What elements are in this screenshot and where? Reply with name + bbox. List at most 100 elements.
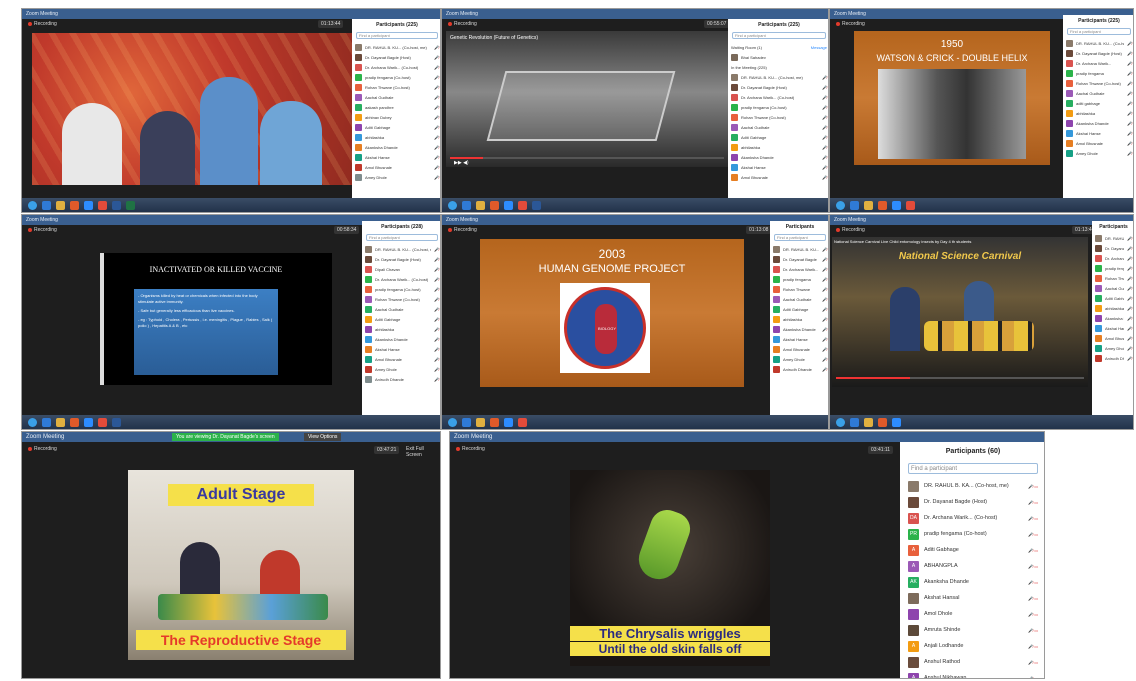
participant-row[interactable]: Amol Bhusnale 🎤̸ xyxy=(770,344,828,354)
participant-row[interactable]: Dr. Dayanat Bagde🎤̸ xyxy=(1092,243,1133,253)
participant-row[interactable]: Dr. Archana Warik... (Co-host) 🎤̸ xyxy=(352,62,440,72)
video-progress-bar[interactable] xyxy=(450,157,724,159)
participant-row[interactable]: pradip fengama 🎤̸ xyxy=(1063,68,1133,78)
message-button[interactable]: Message xyxy=(811,45,827,50)
participant-row[interactable]: Dr. Archana Warik...🎤̸ xyxy=(770,264,828,274)
folder-icon[interactable] xyxy=(56,417,65,427)
participant-search-input[interactable]: Find a participant xyxy=(732,32,826,39)
browser-icon[interactable] xyxy=(462,200,471,210)
folder-icon[interactable] xyxy=(864,200,873,210)
participant-row[interactable]: abhilashka 🎤̸ xyxy=(352,132,440,142)
play-pause-icon[interactable]: ▶▶ ◀) xyxy=(454,160,469,166)
chrome-icon[interactable] xyxy=(906,200,915,210)
participant-row[interactable]: abhilashka 🎤̸ xyxy=(728,142,828,152)
participant-row[interactable]: Akshat Hansal 🎤̸ ▭ xyxy=(900,590,1044,606)
participant-row[interactable]: Aachal Gudhale 🎤̸ xyxy=(770,294,828,304)
start-orb-icon[interactable] xyxy=(28,200,37,210)
browser-icon[interactable] xyxy=(850,417,859,427)
start-orb-icon[interactable] xyxy=(448,200,457,210)
exit-fullscreen-button[interactable]: Exit Full Screen xyxy=(406,446,440,458)
participant-row[interactable]: Anirudh Dhande 🎤̸ xyxy=(362,374,440,384)
participant-search-input[interactable]: Find a participant xyxy=(1067,28,1131,35)
participant-row[interactable]: Akshai Hanse🎤̸ xyxy=(1092,323,1133,333)
participant-row[interactable]: DA Dr. Archana Warik... (Co-host) 🎤̸ ▭ xyxy=(900,510,1044,526)
participant-row[interactable]: Rohan Thwane (Co-host) 🎤̸ xyxy=(1063,78,1133,88)
media-icon[interactable] xyxy=(878,200,887,210)
media-icon[interactable] xyxy=(490,200,499,210)
zoom-icon[interactable] xyxy=(84,200,93,210)
participant-row[interactable]: DR. RAHUL B. KU... (Co-host, me)🎤̸ xyxy=(352,42,440,52)
participant-row[interactable]: abhinav Dubey 🎤̸ xyxy=(352,112,440,122)
participant-row[interactable]: Amey Dhole🎤̸ xyxy=(1063,148,1133,158)
participant-row[interactable]: pradip fengama (Co-host) 🎤̸ xyxy=(728,102,828,112)
start-orb-icon[interactable] xyxy=(448,417,457,427)
participant-row[interactable]: Akanksha Dhande🎤̸ xyxy=(352,142,440,152)
participant-row[interactable]: Dr. Dayanat Bagde (Host) 🎤̸ xyxy=(1063,48,1133,58)
media-icon[interactable] xyxy=(490,417,499,427)
participant-row[interactable]: DR. RAHUL B. KU... (Co-host, me)🎤̸ xyxy=(362,244,440,254)
participant-row[interactable]: abhilashka 🎤̸ xyxy=(1092,303,1133,313)
participant-row[interactable]: Amey Dhole🎤̸ xyxy=(1092,343,1133,353)
participant-row[interactable]: abhilashka 🎤̸ xyxy=(362,324,440,334)
participant-row[interactable]: pradip fengama 🎤̸ xyxy=(770,274,828,284)
participant-row[interactable]: Rohan Thwane (Co-host) 🎤̸ xyxy=(362,294,440,304)
participant-row[interactable]: Akanksha Dhande🎤̸ xyxy=(770,324,828,334)
participant-row[interactable]: Rohan Thwane🎤̸ xyxy=(1092,273,1133,283)
participant-row[interactable]: Aditi Gabhage 🎤̸ xyxy=(770,304,828,314)
participant-row[interactable]: A ABHANGPLA 🎤̸ ▭ xyxy=(900,558,1044,574)
participant-row[interactable]: Amey Dhole🎤̸ xyxy=(770,354,828,364)
participant-row[interactable]: Dr. Archana Warik... (Co-host) 🎤̸ xyxy=(728,92,828,102)
participant-search-input[interactable]: Find a participant xyxy=(774,234,826,241)
participant-row[interactable]: PR pradip fengama (Co-host) 🎤̸ ▭ xyxy=(900,526,1044,542)
participant-row[interactable]: Dr. Dayanat Bagde🎤̸ xyxy=(770,254,828,264)
chrome-icon[interactable] xyxy=(98,417,107,427)
participant-row[interactable]: Aachal Gudhale 🎤̸ xyxy=(1063,88,1133,98)
start-orb-icon[interactable] xyxy=(836,417,845,427)
participant-row[interactable]: Anshul Rathod 🎤̸ ▭ xyxy=(900,654,1044,670)
folder-icon[interactable] xyxy=(864,417,873,427)
participant-row[interactable]: Dr. Dayanat Bagde (Host) 🎤̸ xyxy=(362,254,440,264)
participant-row[interactable]: Amruta Shinde 🎤̸ ▭ xyxy=(900,622,1044,638)
participant-row[interactable]: Akshai Hanse🎤̸ xyxy=(770,334,828,344)
participant-row[interactable]: Aditi Gabhage 🎤̸ xyxy=(352,122,440,132)
participant-row[interactable]: Akanksha Dhande🎤̸ xyxy=(362,334,440,344)
participant-row[interactable]: Rohan Thwane (Co-host) 🎤̸ xyxy=(352,82,440,92)
participant-row[interactable]: Akanksha Dhande🎤̸ xyxy=(728,152,828,162)
participant-row[interactable]: Amey Dhole🎤̸ xyxy=(352,172,440,182)
participant-row[interactable]: Amol Bhusnale 🎤̸ xyxy=(728,172,828,182)
participant-row[interactable]: Akshai Hanse🎤̸ xyxy=(728,162,828,172)
participant-row[interactable]: Akshai Hanse🎤̸ xyxy=(352,152,440,162)
participant-row[interactable]: abhilashka 🎤̸ xyxy=(770,314,828,324)
participant-row[interactable]: aakash pandhre 🎤̸ xyxy=(352,102,440,112)
participant-row[interactable]: DR. RAHUL B. KU...🎤̸ xyxy=(770,244,828,254)
participant-row[interactable]: aditi gabhage 🎤̸ xyxy=(1063,98,1133,108)
participant-row[interactable]: Aditi Gabhage 🎤̸ xyxy=(362,314,440,324)
media-icon[interactable] xyxy=(70,200,79,210)
participant-row[interactable]: AK Akanksha Dhande 🎤̸ ▭ xyxy=(900,574,1044,590)
zoom-icon[interactable] xyxy=(504,200,513,210)
participant-row[interactable]: pradip fengama (Co-host) 🎤̸ xyxy=(362,284,440,294)
word-icon[interactable] xyxy=(112,417,121,427)
participant-row[interactable]: DR. RAHUL B. KA... (Co-host, me) 🎤̸ ▭ xyxy=(900,478,1044,494)
media-icon[interactable] xyxy=(70,417,79,427)
folder-icon[interactable] xyxy=(56,200,65,210)
participant-row[interactable]: DR. RAHUL B. KU...🎤̸ xyxy=(1092,233,1133,243)
participant-row[interactable]: Rohan Thwane (Co-host) 🎤̸ xyxy=(728,112,828,122)
participant-row[interactable]: Aachal Gudhale 🎤̸ xyxy=(728,122,828,132)
participant-row[interactable]: Amol Bhusnale 🎤̸ xyxy=(352,162,440,172)
participant-row[interactable]: Aachal Gudhale 🎤̸ xyxy=(352,92,440,102)
participant-search-input[interactable]: Find a participant xyxy=(366,234,438,241)
start-orb-icon[interactable] xyxy=(28,417,37,427)
start-orb-icon[interactable] xyxy=(836,200,845,210)
participant-row[interactable]: Akshai Hanse🎤̸ xyxy=(1063,128,1133,138)
participant-row[interactable]: Rohan Thwane🎤̸ xyxy=(770,284,828,294)
participant-row[interactable]: Akanksha Dhande🎤̸ xyxy=(1092,313,1133,323)
zoom-icon[interactable] xyxy=(504,417,513,427)
participant-search-input[interactable]: Find a participant xyxy=(908,463,1038,474)
participant-row[interactable]: Amol Bhusnale 🎤̸ xyxy=(1063,138,1133,148)
browser-icon[interactable] xyxy=(42,200,51,210)
video-progress-bar[interactable] xyxy=(836,377,1084,379)
participant-row[interactable]: Aachal Gudhale 🎤̸ xyxy=(362,304,440,314)
folder-icon[interactable] xyxy=(476,200,485,210)
participant-row[interactable]: Dr. Archana Warik...🎤̸ xyxy=(1092,253,1133,263)
